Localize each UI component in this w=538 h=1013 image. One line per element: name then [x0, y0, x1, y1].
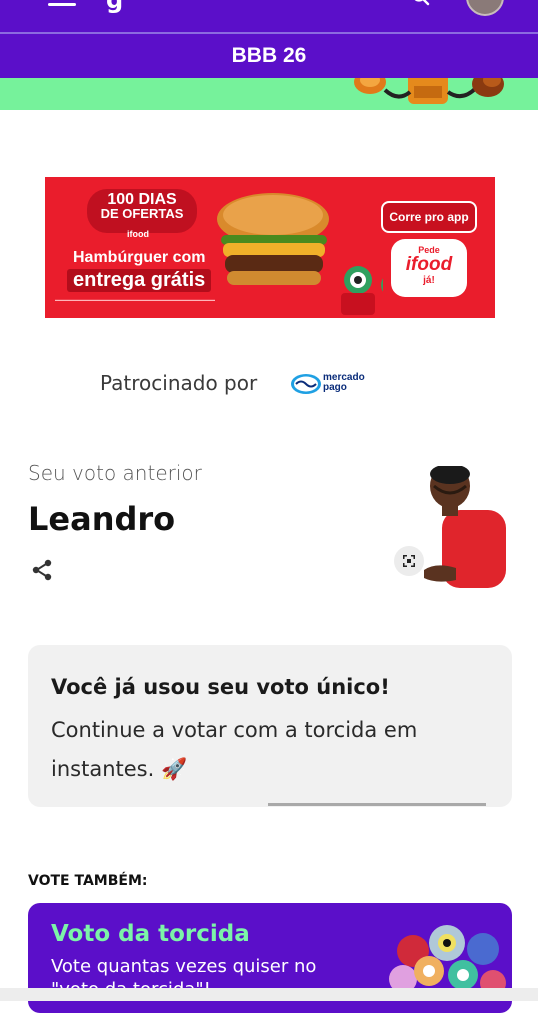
previous-vote-name: Leandro — [28, 500, 176, 538]
burger-image — [217, 193, 383, 315]
top-app-bar: g — [0, 0, 538, 32]
ad-badge: 100 DIAS DE OFERTAS — [87, 189, 197, 233]
countdown-progress-bar — [268, 803, 486, 806]
bottom-edge — [0, 988, 538, 1001]
sponsor-label: Patrocinado por — [100, 371, 258, 395]
section-title: BBB 26 — [231, 44, 307, 67]
notice-body: Continue a votar com a torcida em instan… — [51, 718, 418, 781]
mascot-illustration — [354, 78, 504, 104]
ad-cta-button[interactable]: Corre pro app — [381, 201, 477, 233]
vote-used-notice: Você já usou seu voto único! Continue a … — [28, 645, 512, 807]
ad-headline: Hambúrguer com — [73, 249, 206, 266]
search-icon[interactable] — [412, 0, 430, 6]
share-icon[interactable] — [30, 558, 54, 582]
ad-banner[interactable]: 100 DIAS DE OFERTAS ifood Hambúrguer com… — [45, 177, 495, 318]
torcida-card-title: Voto da torcida — [51, 921, 250, 947]
expand-icon — [403, 555, 415, 567]
hamburger-menu-icon[interactable] — [48, 0, 76, 6]
mercado-pago-logo-icon — [291, 374, 321, 394]
notice-title: Você já usou seu voto único! — [51, 675, 390, 699]
expand-photo-button[interactable] — [394, 546, 424, 576]
ad-brand-small: ifood — [127, 229, 149, 239]
mercado-pago-wordmark: mercado pago — [323, 372, 365, 393]
ifood-logo: Pede ifood já! — [391, 239, 467, 297]
vote-also-heading: VOTE TAMBÉM: — [28, 873, 148, 889]
ad-headline-highlight: entrega grátis — [67, 269, 212, 292]
ad-fine-print: ▬▬▬▬▬▬▬▬▬▬▬▬▬▬▬▬▬▬▬▬▬▬▬▬▬▬▬▬▬▬▬▬▬▬▬▬▬▬▬▬ — [55, 297, 215, 302]
site-logo[interactable]: g — [106, 0, 123, 14]
user-avatar[interactable] — [466, 0, 504, 16]
mascot-banner — [0, 78, 538, 110]
participant-photo[interactable] — [416, 466, 510, 588]
previous-vote-label: Seu voto anterior — [28, 461, 202, 485]
section-bar: BBB 26 — [0, 32, 538, 78]
